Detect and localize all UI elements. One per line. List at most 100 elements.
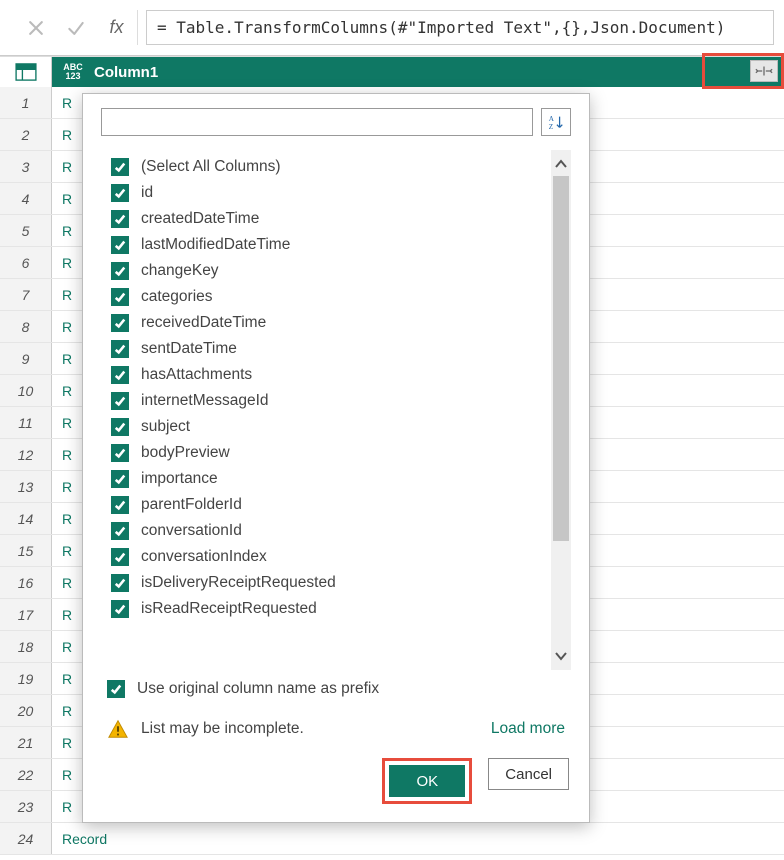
row-number: 11 (0, 407, 52, 438)
checkbox-icon[interactable] (111, 522, 129, 540)
table-corner-icon[interactable] (0, 57, 52, 87)
column-checkbox-item[interactable]: (Select All Columns) (101, 154, 551, 180)
formula-input[interactable] (146, 10, 774, 45)
formula-bar: fx (0, 0, 784, 56)
checkbox-icon[interactable] (111, 548, 129, 566)
column-checkbox-item[interactable]: categories (101, 284, 551, 310)
scroll-down-icon[interactable] (551, 644, 571, 668)
column-checkbox-item[interactable]: lastModifiedDateTime (101, 232, 551, 258)
column-checkbox-item[interactable]: id (101, 180, 551, 206)
row-number: 2 (0, 119, 52, 150)
checkbox-icon[interactable] (111, 288, 129, 306)
cancel-formula-icon[interactable] (16, 10, 56, 45)
checkbox-icon[interactable] (111, 314, 129, 332)
scroll-up-icon[interactable] (551, 152, 571, 176)
checkbox-icon[interactable] (111, 236, 129, 254)
use-prefix-row[interactable]: Use original column name as prefix (101, 670, 571, 704)
checkbox-icon[interactable] (111, 496, 129, 514)
row-number: 16 (0, 567, 52, 598)
column-option-label: hasAttachments (141, 366, 252, 384)
load-more-link[interactable]: Load more (491, 720, 565, 738)
column-option-label: changeKey (141, 262, 219, 280)
scroll-track[interactable] (551, 176, 571, 644)
checkbox-icon[interactable] (111, 470, 129, 488)
checkbox-icon[interactable] (111, 158, 129, 176)
checkbox-icon[interactable] (111, 210, 129, 228)
row-number: 5 (0, 215, 52, 246)
expand-column-button[interactable] (750, 60, 778, 82)
column-option-label: isReadReceiptRequested (141, 600, 317, 618)
column-checkbox-item[interactable]: sentDateTime (101, 336, 551, 362)
column-search-input[interactable] (101, 108, 533, 136)
svg-text:Z: Z (549, 123, 553, 131)
column-checkbox-item[interactable]: hasAttachments (101, 362, 551, 388)
column-option-label: sentDateTime (141, 340, 237, 358)
column-option-label: importance (141, 470, 218, 488)
row-number: 19 (0, 663, 52, 694)
sort-az-button[interactable]: AZ (541, 108, 571, 136)
ok-button[interactable]: OK (389, 765, 465, 797)
row-number: 15 (0, 535, 52, 566)
column-option-label: lastModifiedDateTime (141, 236, 290, 254)
checkbox-icon[interactable] (111, 184, 129, 202)
column-checkbox-item[interactable]: parentFolderId (101, 492, 551, 518)
column-checkbox-item[interactable]: importance (101, 466, 551, 492)
expand-columns-popup: AZ (Select All Columns) id createdDateTime… (82, 93, 590, 823)
row-number: 8 (0, 311, 52, 342)
column-checkbox-item[interactable]: internetMessageId (101, 388, 551, 414)
accept-formula-icon[interactable] (56, 10, 96, 45)
use-prefix-checkbox[interactable] (107, 680, 125, 698)
column-name-label: Column1 (94, 64, 158, 81)
column-checkbox-item[interactable]: subject (101, 414, 551, 440)
column-option-label: (Select All Columns) (141, 158, 281, 176)
row-number: 14 (0, 503, 52, 534)
column-checkbox-item[interactable]: isDeliveryReceiptRequested (101, 570, 551, 596)
checkbox-icon[interactable] (111, 366, 129, 384)
column-header[interactable]: ABC 123 Column1 (52, 57, 784, 87)
scrollbar[interactable] (551, 150, 571, 670)
row-number: 21 (0, 727, 52, 758)
highlight-ok-annotation: OK (382, 758, 472, 804)
row-number: 3 (0, 151, 52, 182)
column-option-label: internetMessageId (141, 392, 269, 410)
column-option-label: id (141, 184, 153, 202)
column-option-label: subject (141, 418, 190, 436)
cell-value[interactable]: Record (52, 823, 784, 854)
column-header-row: ABC 123 Column1 (0, 57, 784, 87)
row-number: 17 (0, 599, 52, 630)
checkbox-icon[interactable] (111, 262, 129, 280)
row-number: 7 (0, 279, 52, 310)
column-option-label: bodyPreview (141, 444, 230, 462)
row-number: 4 (0, 183, 52, 214)
column-checkbox-item[interactable]: changeKey (101, 258, 551, 284)
column-checkbox-item[interactable]: conversationId (101, 518, 551, 544)
column-checkbox-item[interactable]: bodyPreview (101, 440, 551, 466)
checkbox-icon[interactable] (111, 600, 129, 618)
row-number: 1 (0, 87, 52, 118)
datatype-icon: ABC 123 (60, 63, 86, 81)
column-checkbox-item[interactable]: createdDateTime (101, 206, 551, 232)
checkbox-icon[interactable] (111, 444, 129, 462)
column-checkbox-item[interactable]: isReadReceiptRequested (101, 596, 551, 622)
column-option-label: createdDateTime (141, 210, 259, 228)
checkbox-icon[interactable] (111, 340, 129, 358)
column-option-label: isDeliveryReceiptRequested (141, 574, 336, 592)
checkbox-icon[interactable] (111, 418, 129, 436)
fx-label: fx (96, 10, 138, 45)
row-number: 13 (0, 471, 52, 502)
svg-text:A: A (549, 115, 555, 123)
row-number: 23 (0, 791, 52, 822)
column-checkbox-item[interactable]: conversationIndex (101, 544, 551, 570)
warning-icon (107, 718, 129, 740)
row-number: 22 (0, 759, 52, 790)
row-number: 24 (0, 823, 52, 854)
scroll-thumb[interactable] (553, 176, 569, 541)
cancel-button[interactable]: Cancel (488, 758, 569, 790)
checkbox-icon[interactable] (111, 392, 129, 410)
column-checkbox-item[interactable]: receivedDateTime (101, 310, 551, 336)
row-number: 12 (0, 439, 52, 470)
checkbox-icon[interactable] (111, 574, 129, 592)
row-number: 10 (0, 375, 52, 406)
table-row[interactable]: 24Record (0, 823, 784, 855)
column-option-label: conversationIndex (141, 548, 267, 566)
